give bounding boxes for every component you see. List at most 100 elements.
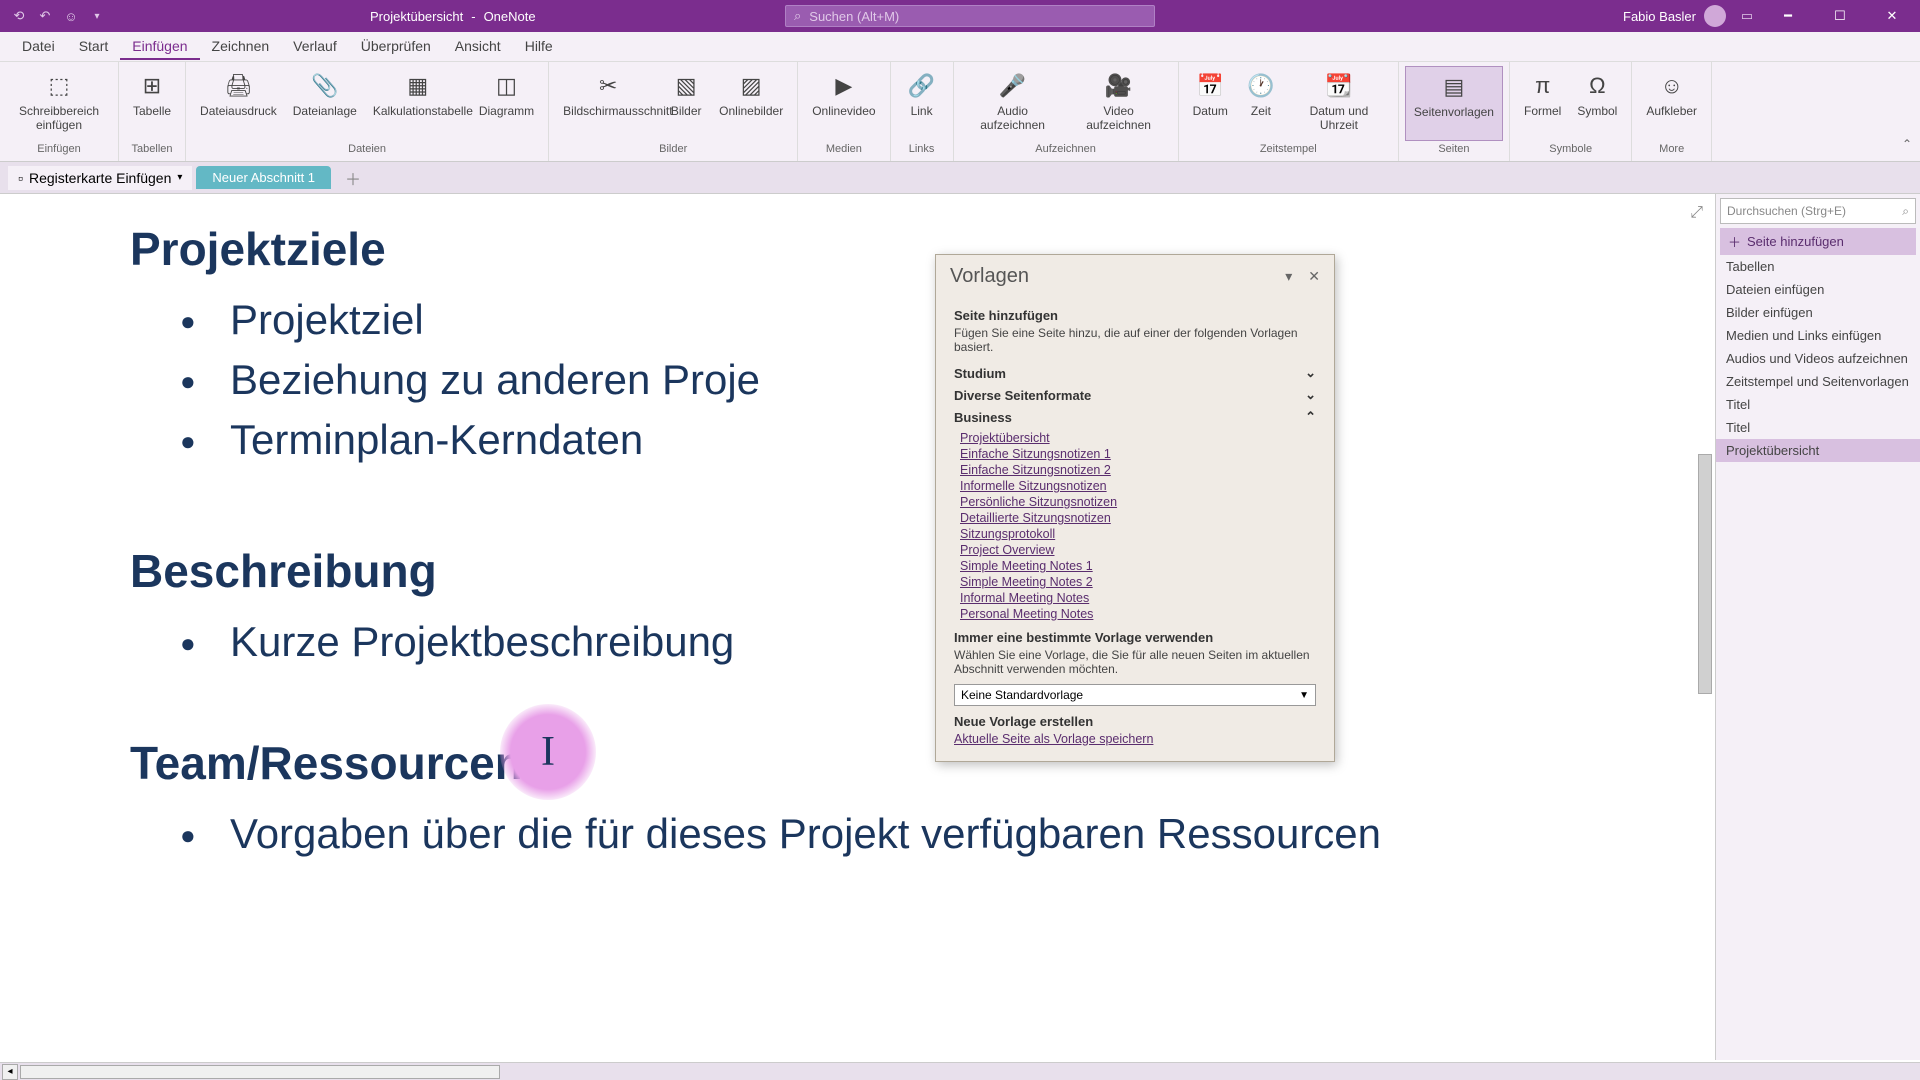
- page-list-item[interactable]: Tabellen: [1716, 255, 1920, 278]
- user-name: Fabio Basler: [1623, 9, 1696, 24]
- section-tab[interactable]: Neuer Abschnitt 1: [196, 166, 331, 189]
- ribbon-date[interactable]: 📅Datum: [1185, 66, 1236, 141]
- undo-icon[interactable]: ↶: [36, 7, 54, 25]
- ribbon-vid[interactable]: ▶Onlinevideo: [804, 66, 883, 141]
- template-link[interactable]: Sitzungsprotokoll: [960, 526, 1316, 542]
- bullet-item: Vorgaben über die für dieses Projekt ver…: [180, 810, 1715, 858]
- ribbon-form[interactable]: πFormel: [1516, 66, 1569, 141]
- emoji-icon[interactable]: ☺: [62, 7, 80, 25]
- template-link[interactable]: Project Overview: [960, 542, 1316, 558]
- maximize-button[interactable]: ☐: [1820, 0, 1860, 32]
- ribbon-time[interactable]: 🕐Zeit: [1236, 66, 1286, 141]
- collapse-ribbon-icon[interactable]: ⌃: [1902, 137, 1912, 151]
- ribbon-attach[interactable]: 📎Dateianlage: [285, 66, 365, 141]
- form-icon: π: [1527, 70, 1559, 102]
- save-as-template-link[interactable]: Aktuelle Seite als Vorlage speichern: [954, 731, 1316, 747]
- ribbon-stk[interactable]: ☺Aufkleber: [1638, 66, 1705, 141]
- add-section-button[interactable]: ＋: [335, 162, 371, 194]
- notebook-dropdown[interactable]: ▫ Registerkarte Einfügen ▾: [8, 166, 192, 190]
- ribbon-diag[interactable]: ◫Diagramm: [471, 66, 542, 141]
- doc-title: Projektübersicht: [370, 9, 463, 24]
- ribbon-mode-icon[interactable]: ▭: [1738, 7, 1756, 25]
- expand-icon[interactable]: ⤢: [1690, 204, 1703, 222]
- ribbon-link[interactable]: 🔗Link: [897, 66, 947, 141]
- scroll-left-button[interactable]: ◂: [2, 1064, 18, 1080]
- template-link[interactable]: Personal Meeting Notes: [960, 606, 1316, 622]
- img-icon: ▧: [670, 70, 702, 102]
- template-link[interactable]: Persönliche Sitzungsnotizen: [960, 494, 1316, 510]
- heading-beschreibung: Beschreibung: [130, 544, 1715, 598]
- menu-ansicht[interactable]: Ansicht: [443, 34, 513, 60]
- scrollbar-thumb[interactable]: [1698, 454, 1712, 694]
- template-link[interactable]: Informelle Sitzungsnotizen: [960, 478, 1316, 494]
- qat-dropdown-icon[interactable]: ▾: [88, 7, 106, 25]
- close-button[interactable]: ✕: [1872, 0, 1912, 32]
- template-link[interactable]: Simple Meeting Notes 2: [960, 574, 1316, 590]
- ribbon-dt[interactable]: 📆Datum und Uhrzeit: [1286, 66, 1392, 141]
- ribbon-aud[interactable]: 🎤Audio aufzeichnen: [960, 66, 1066, 141]
- ribbon-xls[interactable]: ▦Kalkulationstabelle: [365, 66, 471, 141]
- minimize-button[interactable]: ━: [1768, 0, 1808, 32]
- menu-überprüfen[interactable]: Überprüfen: [349, 34, 443, 60]
- page-list-item[interactable]: Medien und Links einfügen: [1716, 324, 1920, 347]
- pane-close-button[interactable]: ✕: [1308, 268, 1320, 285]
- category-diverse[interactable]: Diverse Seitenformate⌄: [954, 384, 1316, 406]
- page-list-item[interactable]: Titel: [1716, 393, 1920, 416]
- vrec-icon: 🎥: [1103, 70, 1135, 102]
- add-page-button[interactable]: ＋ Seite hinzufügen: [1720, 228, 1916, 255]
- link-icon: 🔗: [906, 70, 938, 102]
- horizontal-scrollbar: ◂: [0, 1062, 1920, 1080]
- scroll-track[interactable]: [20, 1065, 500, 1079]
- stk-icon: ☺: [1656, 70, 1688, 102]
- search-icon: ⌕: [1902, 204, 1909, 219]
- menu-zeichnen[interactable]: Zeichnen: [200, 34, 282, 60]
- page-list-item[interactable]: Zeitstempel und Seitenvorlagen: [1716, 370, 1920, 393]
- ribbon-space[interactable]: ⬚Schreibbereich einfügen: [6, 66, 112, 141]
- page-list-item[interactable]: Dateien einfügen: [1716, 278, 1920, 301]
- menu-datei[interactable]: Datei: [10, 34, 67, 60]
- ribbon-table[interactable]: ⊞Tabelle: [125, 66, 179, 141]
- print-icon: 🖨: [222, 70, 254, 102]
- page-search[interactable]: Durchsuchen (Strg+E) ⌕: [1720, 198, 1916, 224]
- category-business[interactable]: Business⌃: [954, 406, 1316, 428]
- chevron-down-icon: ⌄: [1305, 365, 1316, 381]
- chevron-down-icon: ▼: [1299, 690, 1309, 701]
- always-use-desc: Wählen Sie eine Vorlage, die Sie für all…: [954, 648, 1316, 676]
- sym-icon: Ω: [1581, 70, 1613, 102]
- search-placeholder: Suchen (Alt+M): [809, 9, 899, 24]
- tmpl-icon: ▤: [1438, 71, 1470, 103]
- template-link[interactable]: Detaillierte Sitzungsnotizen: [960, 510, 1316, 526]
- aud-icon: 🎤: [997, 70, 1029, 102]
- default-template-select[interactable]: Keine Standardvorlage ▼: [954, 684, 1316, 706]
- page-canvas[interactable]: ⤢ Projektziele Projektziel Beziehung zu …: [0, 194, 1715, 1060]
- template-link[interactable]: Projektübersicht: [960, 430, 1316, 446]
- time-icon: 🕐: [1245, 70, 1277, 102]
- ribbon-print[interactable]: 🖨Dateiausdruck: [192, 66, 285, 141]
- ribbon-img[interactable]: ▧Bilder: [661, 66, 711, 141]
- ribbon-clip[interactable]: ✂Bildschirmausschnitt: [555, 66, 661, 141]
- page-list-item[interactable]: Titel: [1716, 416, 1920, 439]
- ribbon-sym[interactable]: ΩSymbol: [1569, 66, 1625, 141]
- notebook-icon: ▫: [18, 170, 23, 186]
- template-link[interactable]: Simple Meeting Notes 1: [960, 558, 1316, 574]
- clip-icon: ✂: [592, 70, 624, 102]
- ribbon-vrec[interactable]: 🎥Video aufzeichnen: [1066, 66, 1172, 141]
- page-list-item[interactable]: Projektübersicht: [1716, 439, 1920, 462]
- back-icon[interactable]: ⟲: [10, 7, 28, 25]
- template-link[interactable]: Informal Meeting Notes: [960, 590, 1316, 606]
- ribbon-oimg[interactable]: ▨Onlinebilder: [711, 66, 791, 141]
- user-account[interactable]: Fabio Basler: [1623, 5, 1726, 27]
- menu-hilfe[interactable]: Hilfe: [513, 34, 565, 60]
- menu-start[interactable]: Start: [67, 34, 121, 60]
- ribbon-tmpl[interactable]: ▤Seitenvorlagen: [1405, 66, 1503, 141]
- search-box[interactable]: ⌕ Suchen (Alt+M): [785, 5, 1155, 27]
- plus-icon: ＋: [1728, 232, 1741, 251]
- category-studium[interactable]: Studium⌄: [954, 362, 1316, 384]
- template-link[interactable]: Einfache Sitzungsnotizen 2: [960, 462, 1316, 478]
- page-list-item[interactable]: Audios und Videos aufzeichnen: [1716, 347, 1920, 370]
- page-list-item[interactable]: Bilder einfügen: [1716, 301, 1920, 324]
- menu-einfügen[interactable]: Einfügen: [120, 34, 199, 60]
- menu-verlauf[interactable]: Verlauf: [281, 34, 349, 60]
- template-link[interactable]: Einfache Sitzungsnotizen 1: [960, 446, 1316, 462]
- pane-dropdown-icon[interactable]: ▾: [1285, 268, 1292, 285]
